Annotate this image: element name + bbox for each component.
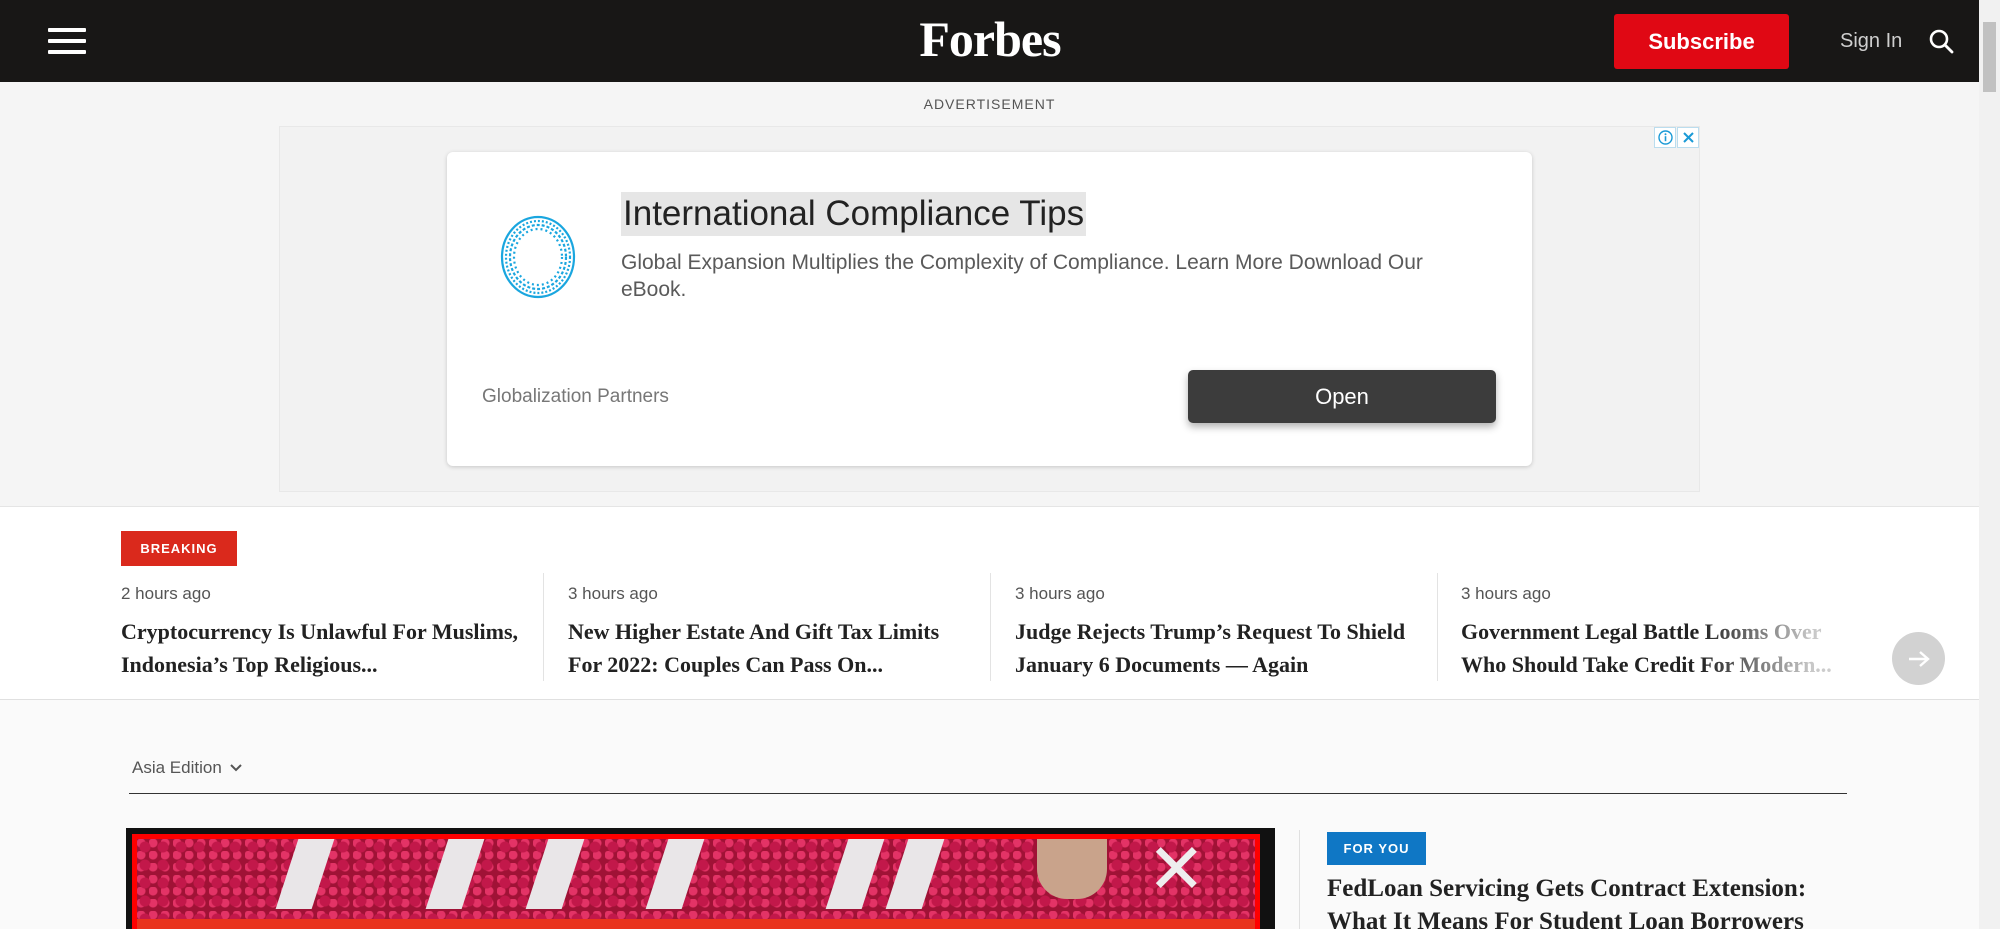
story-time: 3 hours ago: [568, 584, 658, 603]
column-divider: [1299, 830, 1300, 929]
edition-label: Asia Edition: [132, 758, 222, 777]
breaking-news-strip: BREAKING 2 hours ago Cryptocurrency Is U…: [0, 506, 1979, 700]
breaking-story[interactable]: 2 hours ago Cryptocurrency Is Unlawful F…: [121, 573, 544, 681]
ad-brand-logo-icon: [500, 215, 576, 299]
ad-headline[interactable]: International Compliance Tips: [621, 192, 1087, 236]
hero-color-strip: [137, 919, 1255, 929]
breaking-badge: BREAKING: [121, 531, 237, 566]
main-content: Asia Edition ✕ FOR YOU FedLoan Servicing…: [0, 700, 1979, 929]
sign-in-link[interactable]: Sign In: [1840, 27, 1902, 55]
hero-image[interactable]: ✕: [126, 828, 1275, 929]
edition-divider: [129, 793, 1847, 794]
hamburger-menu-icon[interactable]: [48, 28, 86, 54]
story-time: 3 hours ago: [1461, 584, 1551, 603]
story-title[interactable]: Judge Rejects Trump’s Request To Shield …: [1015, 615, 1425, 681]
arrow-right-icon[interactable]: [1892, 632, 1945, 685]
hero-image-content: ✕: [132, 834, 1260, 929]
scrollbar-thumb[interactable]: [1983, 22, 1996, 92]
subscribe-button[interactable]: Subscribe: [1614, 14, 1789, 69]
site-header: Forbes Subscribe Sign In: [0, 0, 1979, 82]
breaking-story[interactable]: 3 hours ago Judge Rejects Trump’s Reques…: [1015, 573, 1438, 681]
raised-fist: [1037, 839, 1107, 899]
edition-selector[interactable]: Asia Edition: [132, 758, 242, 778]
page-scrollbar[interactable]: [1979, 0, 2000, 929]
chevron-down-icon: [230, 764, 242, 772]
for-you-headline[interactable]: FedLoan Servicing Gets Contract Extensio…: [1327, 872, 1857, 929]
forbes-logo[interactable]: Forbes: [890, 8, 1090, 70]
ad-open-button[interactable]: Open: [1188, 370, 1496, 423]
search-icon[interactable]: [1928, 28, 1954, 54]
ad-sponsor: Globalization Partners: [482, 386, 669, 407]
ad-card[interactable]: International Compliance Tips Global Exp…: [447, 152, 1532, 466]
x-shape: ✕: [1147, 830, 1206, 908]
for-you-badge: FOR YOU: [1327, 832, 1426, 865]
story-title[interactable]: Cryptocurrency Is Unlawful For Muslims, …: [121, 615, 531, 681]
story-time: 2 hours ago: [121, 584, 211, 603]
breaking-story[interactable]: 3 hours ago New Higher Estate And Gift T…: [568, 573, 991, 681]
story-time: 3 hours ago: [1015, 584, 1105, 603]
advertisement-label: ADVERTISEMENT: [923, 96, 1056, 112]
story-title[interactable]: New Higher Estate And Gift Tax Limits Fo…: [568, 615, 978, 681]
ad-close-icon[interactable]: [1677, 127, 1699, 148]
ad-description: Global Expansion Multiplies the Complexi…: [621, 251, 1423, 301]
ad-info-icon[interactable]: [1654, 127, 1676, 148]
